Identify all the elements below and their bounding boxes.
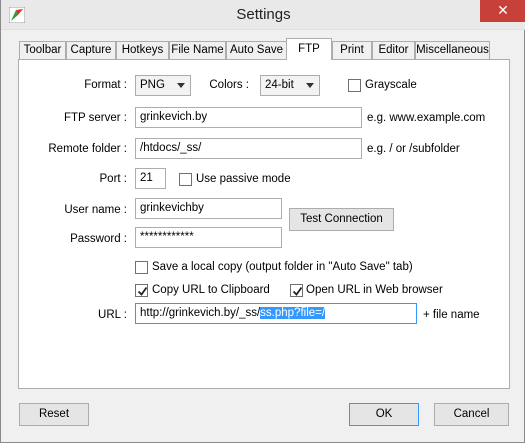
checkmark-icon [137, 286, 148, 296]
url-suffix: + file name [423, 309, 480, 321]
tab-hotkeys[interactable]: Hotkeys [116, 41, 169, 59]
tab-print[interactable]: Print [332, 41, 372, 59]
remote-folder-input[interactable]: /htdocs/_ss/ [135, 138, 362, 159]
user-name-input[interactable]: grinkevichby [135, 198, 282, 219]
tab-file-name[interactable]: File Name [169, 41, 226, 59]
copy-url-checkbox[interactable] [135, 284, 148, 297]
ok-button[interactable]: OK [349, 403, 419, 426]
cancel-button[interactable]: Cancel [434, 403, 509, 426]
ftp-panel: Format : PNG Colors : 24-bit Grayscale F… [18, 59, 510, 389]
save-local-label: Save a local copy (output folder in "Aut… [152, 261, 413, 273]
url-input[interactable]: http://grinkevich.by/_ss/ss.php?file=/ [135, 303, 417, 324]
url-value-text: http://grinkevich.by/_ss/ [140, 307, 261, 319]
ftp-server-input[interactable]: grinkevich.by [135, 107, 362, 128]
chevron-down-icon [177, 83, 185, 88]
format-select[interactable]: PNG [135, 75, 191, 96]
colors-value: 24-bit [265, 79, 294, 91]
format-label: Format : [84, 79, 127, 91]
tab-auto-save[interactable]: Auto Save [226, 41, 287, 59]
open-url-checkbox[interactable] [290, 284, 303, 297]
passive-mode-checkbox[interactable] [179, 173, 192, 186]
colors-select[interactable]: 24-bit [260, 75, 320, 96]
port-label: Port : [99, 173, 127, 185]
password-input[interactable]: ************ [135, 227, 282, 248]
close-button[interactable]: ✕ [480, 0, 525, 22]
checkmark-icon [292, 286, 303, 296]
passive-mode-label: Use passive mode [196, 173, 291, 185]
ftp-server-label: FTP server : [63, 112, 127, 124]
password-label: Password : [70, 233, 127, 245]
open-url-label: Open URL in Web browser [306, 284, 443, 296]
copy-url-label: Copy URL to Clipboard [152, 284, 270, 296]
remote-folder-hint: e.g. / or /subfolder [367, 143, 460, 155]
port-input[interactable]: 21 [135, 168, 166, 189]
grayscale-checkbox[interactable] [348, 79, 361, 92]
reset-button[interactable]: Reset [19, 403, 89, 426]
tab-toolbar[interactable]: Toolbar [19, 41, 66, 59]
tab-miscellaneous[interactable]: Miscellaneous [415, 41, 490, 59]
format-value: PNG [140, 79, 165, 91]
settings-window: Settings ✕ Toolbar Capture Hotkeys File … [0, 0, 525, 443]
remote-folder-label: Remote folder : [48, 143, 127, 155]
user-name-label: User name : [64, 204, 127, 216]
title-bar[interactable]: Settings ✕ [1, 0, 525, 30]
colors-label: Colors : [209, 79, 249, 91]
window-title: Settings [236, 6, 291, 23]
chevron-down-icon [306, 83, 314, 88]
tab-ftp[interactable]: FTP [286, 38, 332, 60]
close-icon: ✕ [497, 2, 509, 18]
url-label: URL : [98, 309, 127, 321]
ftp-server-hint: e.g. www.example.com [367, 112, 486, 124]
url-selected-text: ss.php?file=/ [260, 307, 326, 319]
grayscale-label: Grayscale [365, 79, 417, 91]
tab-capture[interactable]: Capture [66, 41, 116, 59]
save-local-checkbox[interactable] [135, 261, 148, 274]
test-connection-button[interactable]: Test Connection [289, 208, 394, 231]
tab-editor[interactable]: Editor [372, 41, 415, 59]
